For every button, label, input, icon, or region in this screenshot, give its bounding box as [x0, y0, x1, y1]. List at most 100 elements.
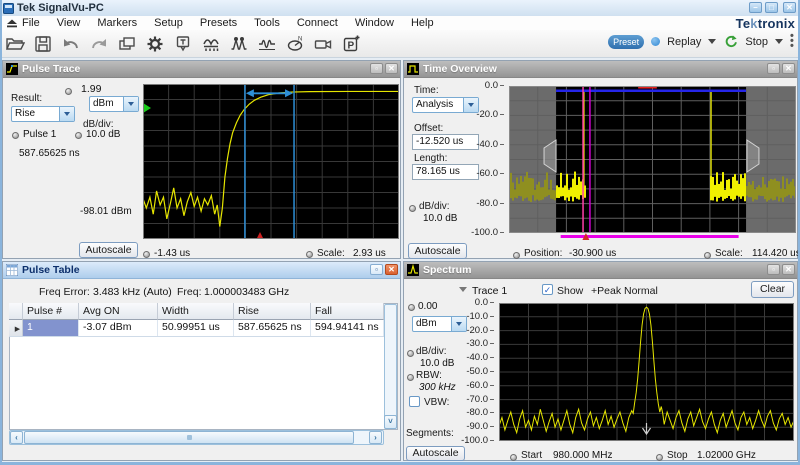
result-combo[interactable]: Rise — [11, 106, 75, 122]
ytick--100-0: -100.0 — [471, 228, 504, 238]
cell-avg-on[interactable]: -3.07 dBm — [79, 320, 158, 336]
panel-close-button[interactable]: ✕ — [385, 264, 398, 275]
tektronix-logo: Tektronix — [736, 16, 795, 31]
trace-selector[interactable]: Trace 1 — [472, 285, 507, 297]
header-width[interactable]: Width — [158, 303, 234, 320]
clear-button[interactable]: Clear — [751, 281, 794, 298]
toolbar-right: Preset Replay Stop ••• — [608, 34, 794, 49]
header-rise[interactable]: Rise — [234, 303, 311, 320]
cell-pulse-number[interactable]: 1 — [23, 320, 79, 336]
titlebar[interactable] — [0, 0, 800, 17]
ytick--70-0: -70.0 — [466, 395, 494, 405]
pulse-trace-titlebar[interactable]: Pulse Trace ▫✕ — [3, 61, 400, 78]
undo-icon[interactable] — [60, 33, 81, 54]
stop-button[interactable]: Stop — [745, 36, 768, 48]
spectrum-plot[interactable] — [499, 303, 794, 441]
pulse-table-titlebar[interactable]: Pulse Table ▫✕ — [3, 262, 400, 279]
trace-expander-icon[interactable] — [459, 287, 467, 292]
table-vscrollbar[interactable] — [384, 304, 397, 429]
scroll-right-button[interactable]: › — [369, 431, 382, 444]
autoscale-button[interactable]: Autoscale — [79, 242, 138, 258]
meter-icon[interactable]: N — [284, 33, 305, 54]
close-button[interactable]: ✕ — [783, 2, 796, 13]
menu-item-window[interactable]: Window — [355, 17, 394, 30]
dbdiv-anchor[interactable] — [407, 350, 414, 357]
collapse-eject-icon[interactable] — [6, 19, 18, 28]
panel-close-button[interactable]: ✕ — [782, 264, 795, 275]
time-overview-titlebar[interactable]: Time Overview ▫✕ — [404, 61, 797, 78]
ytick--60-0: -60.0 — [476, 169, 504, 179]
menu-item-file[interactable]: File — [22, 17, 40, 30]
start-anchor[interactable] — [510, 454, 517, 461]
menu-item-setup[interactable]: Setup — [154, 17, 183, 30]
rbw-anchor[interactable] — [407, 374, 414, 381]
replay-dropdown-arrow[interactable] — [708, 39, 716, 44]
header-fall[interactable]: Fall — [311, 303, 384, 320]
autoscale-button[interactable]: Autoscale — [408, 243, 467, 259]
chevron-down-icon[interactable] — [59, 107, 74, 121]
table-row[interactable]: ▶ 1 -3.07 dBm 50.99951 us 587.65625 ns 5… — [9, 320, 384, 337]
scale-anchor[interactable] — [306, 251, 313, 258]
menu-item-markers[interactable]: Markers — [97, 17, 137, 30]
cell-fall[interactable]: 594.94141 ns — [311, 320, 384, 336]
dbdiv-anchor[interactable] — [75, 132, 82, 139]
stop-label: Stop — [667, 450, 688, 461]
dbdiv-anchor[interactable] — [409, 205, 416, 212]
redo-icon[interactable] — [88, 33, 109, 54]
pulse-trace-plot[interactable] — [143, 84, 399, 239]
x-start-anchor[interactable] — [143, 251, 150, 258]
displays-icon[interactable] — [116, 33, 137, 54]
panel-minimize-button[interactable]: ▫ — [370, 264, 383, 275]
save-icon[interactable] — [32, 33, 53, 54]
chevron-down-icon[interactable] — [123, 97, 138, 111]
maximize-button[interactable]: □ — [765, 2, 778, 13]
menu-item-view[interactable]: View — [57, 17, 81, 30]
scroll-left-button[interactable]: ‹ — [10, 431, 23, 444]
marker-tag-icon[interactable] — [172, 33, 193, 54]
panel-minimize-button[interactable]: ▫ — [767, 264, 780, 275]
camera-icon[interactable] — [312, 33, 333, 54]
panel-minimize-button[interactable]: ▫ — [767, 63, 780, 74]
unit-combo[interactable]: dBm — [89, 96, 139, 112]
panel-close-button[interactable]: ✕ — [385, 63, 398, 74]
rbw-label: RBW: — [416, 370, 442, 381]
minimize-button[interactable]: – — [749, 2, 762, 13]
time-overview-plot[interactable] — [509, 86, 796, 240]
cell-rise[interactable]: 587.65625 ns — [234, 320, 311, 336]
time-waveform-icon[interactable] — [256, 33, 277, 54]
replay-button[interactable]: Replay — [667, 36, 701, 48]
menu-item-tools[interactable]: Tools — [254, 17, 280, 30]
stop-dropdown-arrow[interactable] — [775, 39, 783, 44]
menu-item-connect[interactable]: Connect — [297, 17, 338, 30]
scroll-down-button[interactable]: ˅ — [384, 415, 397, 429]
y-axis-labels: 0.0-10.0-20.0-30.0-40.0-50.0-60.0-70.0-8… — [454, 298, 494, 446]
stop-anchor[interactable] — [656, 454, 663, 461]
panel-minimize-button[interactable]: ▫ — [370, 63, 383, 74]
menu-item-presets[interactable]: Presets — [200, 17, 237, 30]
pulse-measurements-icon[interactable] — [228, 33, 249, 54]
settings-gear-icon[interactable] — [144, 33, 165, 54]
row-selector-arrow[interactable]: ▶ — [9, 320, 23, 336]
autoscale-button[interactable]: Autoscale — [406, 446, 465, 461]
preset-button[interactable]: Preset — [608, 35, 644, 49]
new-preset-icon[interactable]: P — [340, 33, 361, 54]
ref-level-anchor[interactable] — [408, 304, 415, 311]
panel-close-button[interactable]: ✕ — [782, 63, 795, 74]
hscroll-thumb[interactable] — [24, 431, 354, 444]
position-label: Position: — [524, 248, 562, 259]
show-checkbox[interactable]: ✓ — [542, 284, 553, 295]
pulse-anchor[interactable] — [12, 132, 19, 139]
header-pulse[interactable]: Pulse # — [23, 303, 79, 320]
vbw-checkbox[interactable] — [409, 396, 420, 407]
scale-anchor[interactable] — [704, 252, 711, 259]
panel-title: Pulse Table — [22, 264, 80, 276]
open-file-icon[interactable] — [4, 33, 25, 54]
spectrogram-icon[interactable] — [200, 33, 221, 54]
spectrum-titlebar[interactable]: Spectrum ▫✕ — [404, 262, 797, 279]
header-avg-on[interactable]: Avg ON — [79, 303, 158, 320]
ref-level-anchor[interactable] — [65, 88, 72, 95]
more-options-icon[interactable]: ••• — [790, 34, 794, 49]
position-anchor[interactable] — [513, 252, 520, 259]
menu-item-help[interactable]: Help — [411, 17, 434, 30]
cell-width[interactable]: 50.99951 us — [158, 320, 234, 336]
